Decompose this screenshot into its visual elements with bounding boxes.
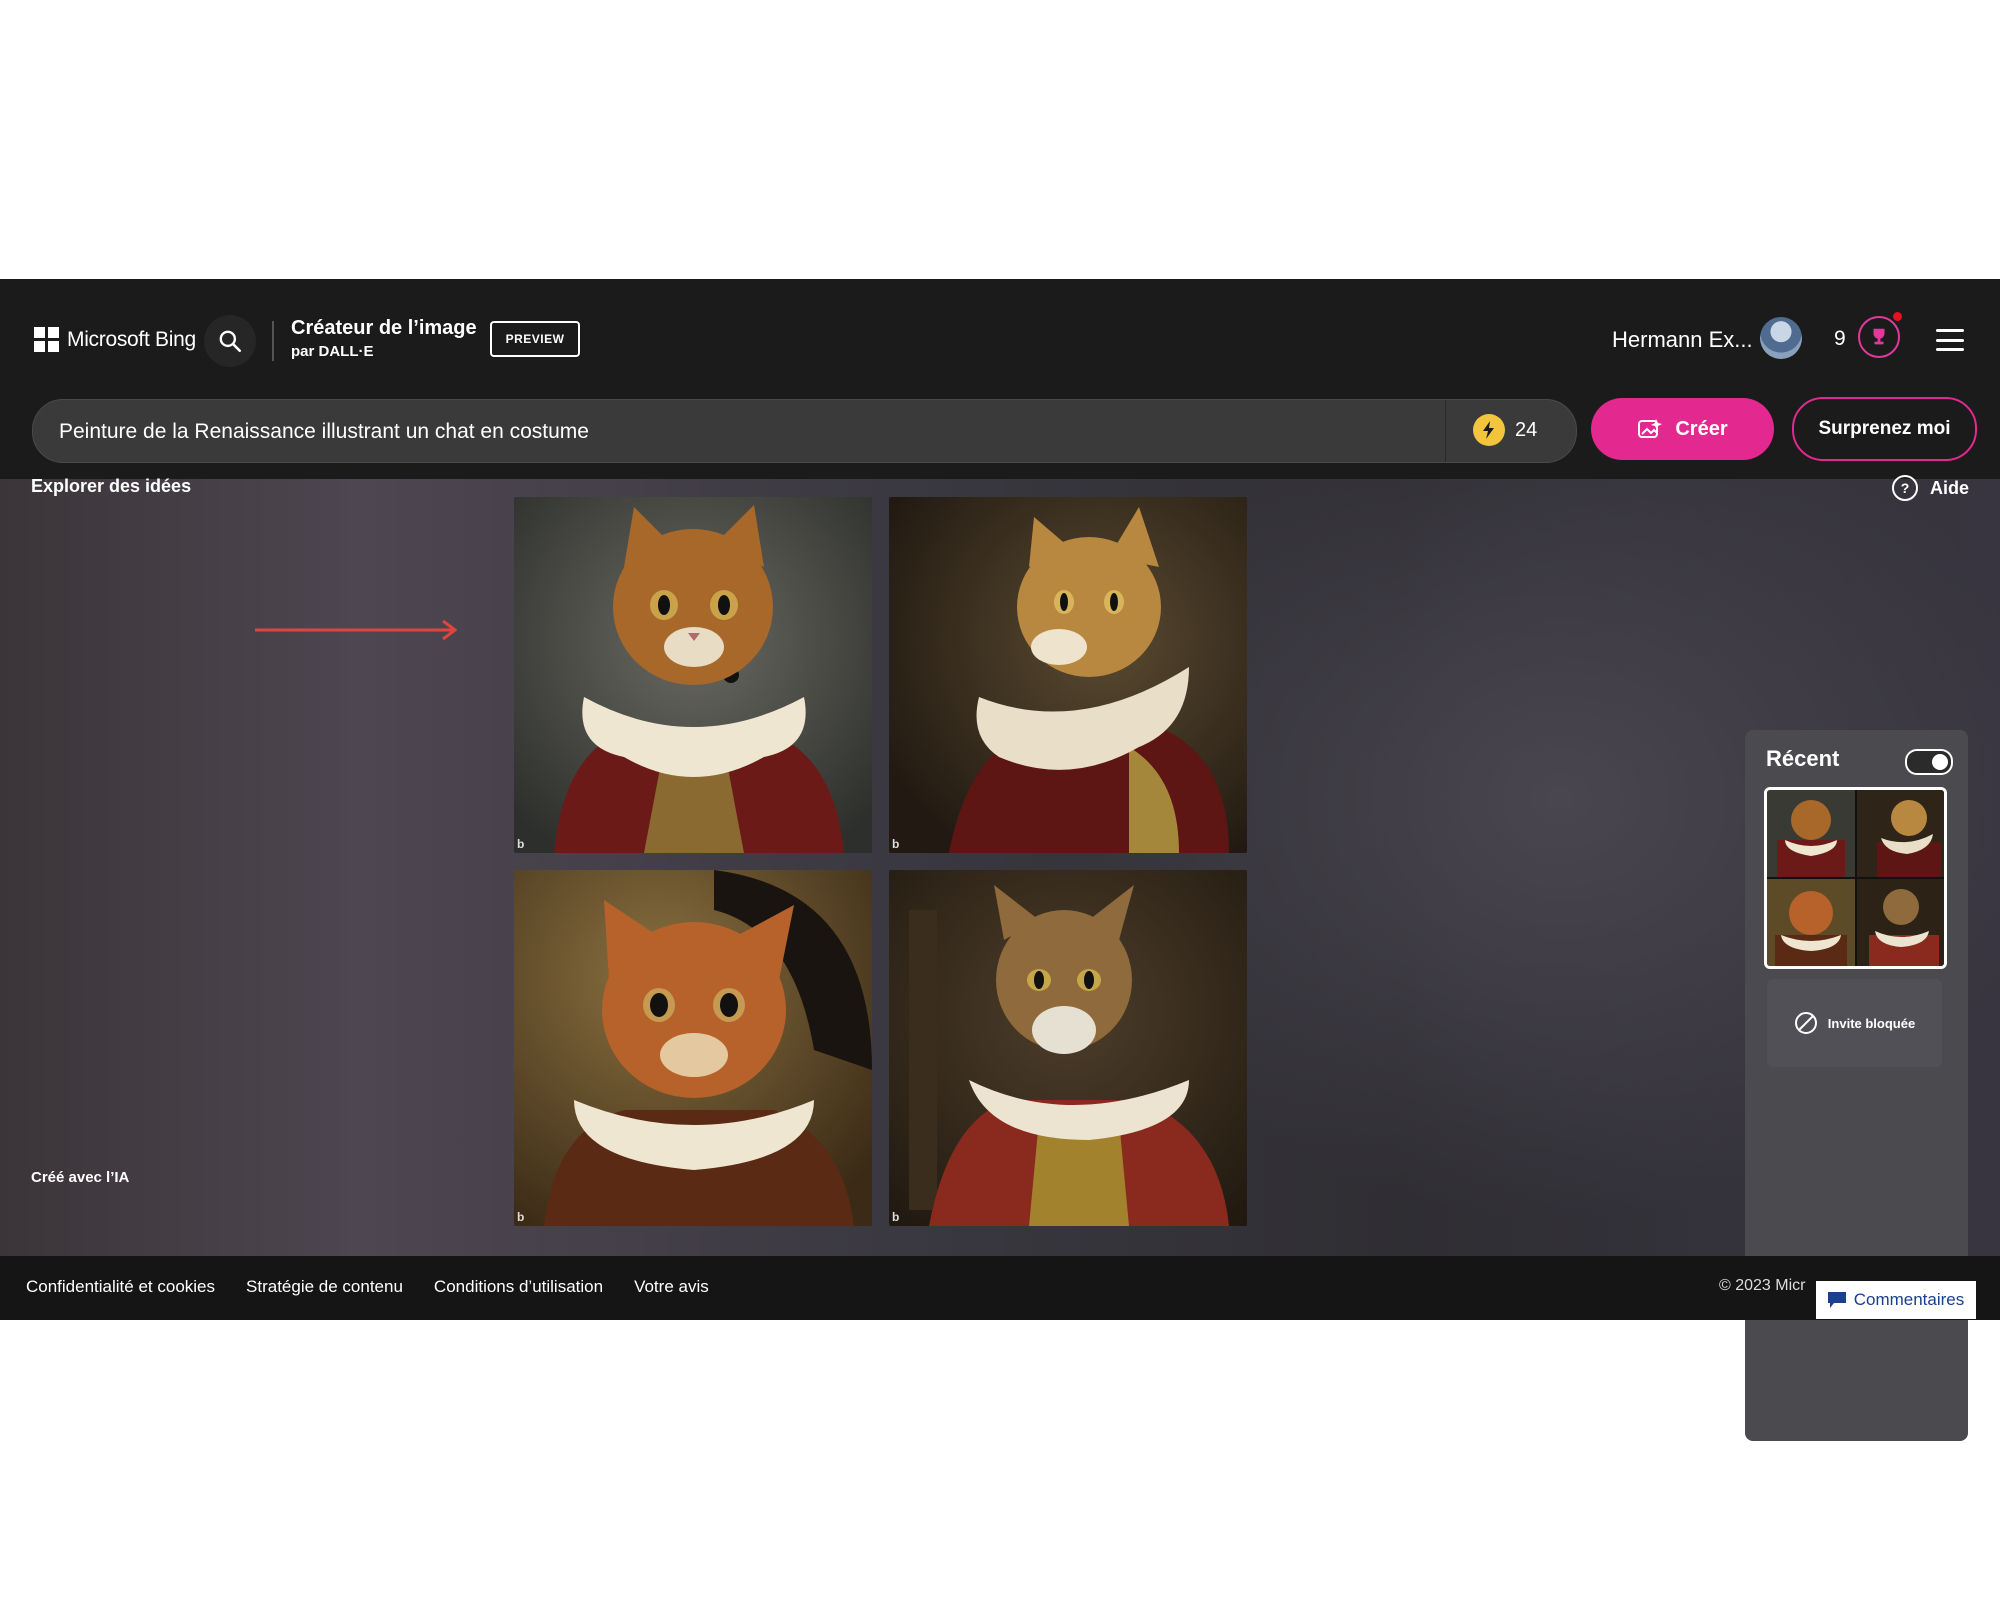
product-title[interactable]: Créateur de l’image <box>291 317 477 340</box>
recent-toggle[interactable] <box>1905 749 1953 775</box>
boosts-count: 24 <box>1515 418 1538 441</box>
help-link[interactable]: ? Aide <box>1892 475 1969 501</box>
microsoft-bing-logo[interactable]: Microsoft Bing <box>34 327 196 352</box>
main-content: Explorer des idées ? Aide Créé avec l’IA <box>0 475 2000 1441</box>
recent-title: Récent <box>1766 746 1840 771</box>
bing-watermark: b <box>517 1210 525 1224</box>
generated-image-2[interactable]: b <box>889 497 1247 853</box>
prompt-input[interactable] <box>57 400 1441 464</box>
feedback-button[interactable]: Commentaires <box>1816 1281 1976 1319</box>
generated-image-3[interactable]: b <box>514 870 872 1226</box>
rewards-count[interactable]: 9 <box>1834 327 1846 351</box>
create-label: Créer <box>1675 417 1728 440</box>
footer-link-terms[interactable]: Conditions d’utilisation <box>434 1277 603 1297</box>
header-divider <box>272 321 274 361</box>
footer-link-feedback[interactable]: Votre avis <box>634 1277 709 1297</box>
help-label: Aide <box>1930 477 1970 498</box>
feedback-label: Commentaires <box>1853 1290 1965 1309</box>
recent-panel: Récent Invite bloquée <box>1745 730 1968 1441</box>
generated-image-4[interactable]: b <box>889 870 1247 1226</box>
help-icon: ? <box>1892 475 1918 501</box>
user-name[interactable]: Hermann Ex... <box>1612 327 1753 353</box>
windows-logo-icon <box>34 327 59 352</box>
explore-ideas-link[interactable]: Explorer des idées <box>31 476 191 497</box>
create-button[interactable]: Créer <box>1591 398 1774 460</box>
blocked-prompt-card[interactable]: Invite bloquée <box>1767 979 1942 1067</box>
rewards-trophy-icon[interactable] <box>1858 316 1900 358</box>
prompt-divider <box>1445 400 1446 462</box>
boosts-counter[interactable]: 24 <box>1473 414 1537 446</box>
lightning-icon <box>1473 414 1505 446</box>
bing-watermark: b <box>892 837 900 851</box>
footer: Confidentialité et cookies Stratégie de … <box>0 1256 2000 1320</box>
search-button[interactable] <box>204 315 256 367</box>
brand-name: Microsoft Bing <box>67 327 196 351</box>
thumb-4 <box>1856 879 1944 966</box>
footer-link-privacy[interactable]: Confidentialité et cookies <box>26 1277 215 1297</box>
prompt-bar: 24 <box>32 399 1577 464</box>
bing-image-creator-app: Microsoft Bing Créateur de l’image par D… <box>0 279 2000 1441</box>
thumb-3 <box>1767 879 1855 966</box>
chat-bubble-icon <box>1827 1292 1846 1308</box>
preview-badge: PREVIEW <box>490 321 580 357</box>
notification-dot <box>1893 312 1902 321</box>
thumb-2 <box>1856 790 1944 877</box>
surprise-me-button[interactable]: Surprenez moi <box>1792 397 1977 461</box>
blocked-label: Invite bloquée <box>1827 1015 1916 1031</box>
annotation-arrow <box>255 619 458 641</box>
footer-links: Confidentialité et cookies Stratégie de … <box>26 1277 709 1297</box>
hamburger-menu-icon[interactable] <box>1936 329 1964 351</box>
image-create-icon <box>1638 419 1663 438</box>
generated-image-1[interactable]: b <box>514 497 872 853</box>
blocked-icon <box>1794 1012 1817 1034</box>
footer-link-content-policy[interactable]: Stratégie de contenu <box>246 1277 403 1297</box>
trophy-icon <box>1873 328 1885 345</box>
bing-watermark: b <box>517 837 525 851</box>
top-header: Microsoft Bing Créateur de l’image par D… <box>0 279 2000 464</box>
avatar[interactable] <box>1760 317 1802 359</box>
product-subtitle: par DALL·E <box>291 343 374 360</box>
bing-watermark: b <box>892 1210 900 1224</box>
thumb-1 <box>1767 790 1855 877</box>
search-icon <box>219 330 242 353</box>
recent-creation-thumbnail[interactable] <box>1764 787 1947 969</box>
copyright: © 2023 Micr <box>1719 1277 1806 1294</box>
created-with-ai-label: Créé avec l’IA <box>31 1169 130 1186</box>
